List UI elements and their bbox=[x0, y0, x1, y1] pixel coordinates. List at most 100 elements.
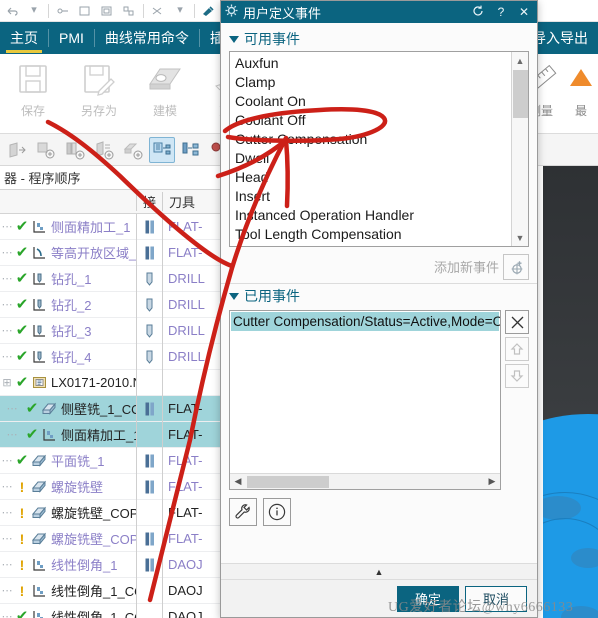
modeling-button[interactable]: 建模 bbox=[132, 54, 198, 130]
available-event-item[interactable]: Coolant On bbox=[235, 92, 511, 111]
status-ok-icon[interactable]: ✔ bbox=[14, 375, 30, 390]
used-events-section-header[interactable]: 已用事件 bbox=[229, 284, 529, 308]
save-as-icon bbox=[77, 58, 121, 100]
table-row[interactable]: ⋯! 线性倒角_1 DAOJ bbox=[0, 551, 224, 578]
used-event-item[interactable]: Cutter Compensation/Status=Active,Mode=O… bbox=[231, 312, 500, 331]
status-warning-icon[interactable]: ! bbox=[14, 480, 30, 494]
status-ok-icon[interactable]: ✔ bbox=[14, 453, 30, 468]
status-ok-icon[interactable]: ✔ bbox=[14, 219, 30, 234]
create-method-icon[interactable] bbox=[91, 137, 117, 163]
available-event-item[interactable]: Insert bbox=[235, 187, 511, 206]
available-event-item[interactable]: Dwell bbox=[235, 149, 511, 168]
dialog-collapse-handle[interactable]: ▲ bbox=[221, 563, 537, 579]
available-event-item[interactable]: Head bbox=[235, 168, 511, 187]
help-icon[interactable]: ? bbox=[492, 5, 510, 19]
used-events-listbox[interactable]: Cutter Compensation/Status=Active,Mode=O… bbox=[229, 310, 501, 490]
available-event-item[interactable]: Cutter Compensation bbox=[235, 130, 511, 149]
column-header-tool[interactable]: 刀具 bbox=[162, 192, 224, 211]
info-icon[interactable] bbox=[263, 498, 291, 526]
status-ok-icon[interactable]: ✔ bbox=[14, 297, 30, 312]
tool-name-cell: FLAT- bbox=[162, 395, 224, 422]
status-ok-icon[interactable]: ✔ bbox=[24, 427, 40, 442]
table-row[interactable]: ⋯! 螺旋铣壁_COPY FLAT- bbox=[0, 499, 224, 526]
table-row[interactable]: ⋯! 线性倒角_1_COPY_1 DAOJ bbox=[0, 577, 224, 604]
status-ok-icon[interactable]: ✔ bbox=[24, 401, 40, 416]
delete-x-icon[interactable] bbox=[505, 310, 529, 334]
add-event-icon[interactable] bbox=[503, 253, 529, 280]
close-icon[interactable]: ✕ bbox=[515, 5, 533, 19]
create-tool-icon[interactable] bbox=[62, 137, 88, 163]
ribbon-tab-curve[interactable]: 曲线常用命令 bbox=[95, 22, 199, 54]
tool-name-cell: DRILL bbox=[162, 265, 224, 292]
scrollbar-thumb[interactable] bbox=[513, 70, 528, 118]
program-order-view-icon[interactable] bbox=[149, 136, 175, 163]
used-events-hscrollbar[interactable]: ◀ ▶ bbox=[230, 473, 500, 489]
create-operation-icon[interactable] bbox=[120, 137, 146, 163]
status-warning-icon[interactable]: ! bbox=[14, 506, 30, 520]
ribbon-tab-home[interactable]: 主页 bbox=[0, 22, 48, 54]
scroll-down-icon[interactable]: ▼ bbox=[512, 229, 529, 246]
table-row[interactable]: ⋯ ✔ 平面铣_1 FLAT- bbox=[0, 447, 224, 474]
table-row[interactable]: ⋯ ✔ 钻孔_1 DRILL bbox=[0, 265, 224, 292]
scroll-up-icon[interactable]: ▲ bbox=[512, 52, 529, 69]
tool-name-cell: FLAT- bbox=[162, 473, 224, 500]
hscrollbar-thumb[interactable] bbox=[247, 476, 329, 488]
status-warning-icon[interactable]: ! bbox=[14, 532, 30, 546]
status-ok-icon[interactable]: ✔ bbox=[14, 323, 30, 338]
status-warning-icon[interactable]: ! bbox=[14, 584, 30, 598]
arrow-down-icon[interactable] bbox=[505, 364, 529, 388]
pocket-icon[interactable] bbox=[97, 2, 117, 20]
undo-icon[interactable] bbox=[2, 2, 22, 20]
available-events-listbox[interactable]: Auxfun Clamp Coolant On Coolant Off Cutter C… bbox=[229, 51, 529, 247]
table-row[interactable]: ⋯ ✔ 等高开放区域_1 FLAT- bbox=[0, 239, 224, 266]
reset-icon[interactable] bbox=[469, 5, 487, 20]
available-events-section-header[interactable]: 可用事件 bbox=[229, 27, 529, 51]
operation-name: 侧壁铣_1_COPY bbox=[61, 402, 136, 417]
scroll-right-icon[interactable]: ▶ bbox=[484, 476, 500, 487]
chevron-down-icon[interactable]: ▾ bbox=[170, 2, 190, 20]
status-ok-icon[interactable]: ✔ bbox=[14, 609, 30, 618]
analysis-button[interactable]: 最 bbox=[564, 54, 598, 130]
available-event-item[interactable]: Auxfun bbox=[235, 54, 511, 73]
table-row[interactable]: ⋯ ✔ 侧面精加工_1 FLAT- bbox=[0, 213, 224, 240]
wrench-icon[interactable] bbox=[229, 498, 257, 526]
status-warning-icon[interactable]: ! bbox=[14, 558, 30, 572]
table-row[interactable]: ⋯ ✔ 侧面精加工_1_C... FLAT- bbox=[0, 421, 224, 448]
pad-icon[interactable] bbox=[75, 2, 95, 20]
available-event-item[interactable]: Tool Length Compensation bbox=[235, 225, 511, 244]
chevron-down-icon[interactable]: ▾ bbox=[24, 2, 44, 20]
scroll-left-icon[interactable]: ◀ bbox=[230, 476, 246, 487]
arrow-up-icon[interactable] bbox=[505, 337, 529, 361]
ribbon-tab-pmi[interactable]: PMI bbox=[49, 22, 94, 54]
machine-tool-view-icon[interactable] bbox=[178, 137, 204, 163]
available-events-scrollbar[interactable]: ▲ ▼ bbox=[511, 52, 528, 246]
table-row[interactable]: ⋯✔ 线性倒角_1_COPY DAOJ bbox=[0, 603, 224, 618]
available-event-item[interactable]: Coolant Off bbox=[235, 111, 511, 130]
status-ok-icon[interactable]: ✔ bbox=[14, 349, 30, 364]
table-row[interactable]: ⋯ ✔ 钻孔_2 DRILL bbox=[0, 291, 224, 318]
status-ok-icon[interactable]: ✔ bbox=[14, 245, 30, 260]
trim-icon[interactable] bbox=[148, 2, 168, 20]
save-as-button[interactable]: 另存为 bbox=[66, 54, 132, 130]
sketch-icon[interactable] bbox=[53, 2, 73, 20]
column-header-接[interactable]: 接 bbox=[136, 192, 162, 211]
pattern-icon[interactable] bbox=[119, 2, 139, 20]
available-event-item[interactable]: Instanced Operation Handler bbox=[235, 206, 511, 225]
available-event-item[interactable]: Clamp bbox=[235, 73, 511, 92]
navigator-title: 器 - 程序顺序 bbox=[0, 166, 224, 190]
table-row[interactable]: ⋯! 螺旋铣壁_COPY_1 FLAT- bbox=[0, 525, 224, 552]
table-row[interactable]: ⋯ ✔ 钻孔_3 DRILL bbox=[0, 317, 224, 344]
paint-icon[interactable] bbox=[199, 2, 219, 20]
status-ok-icon[interactable]: ✔ bbox=[14, 271, 30, 286]
available-event-item[interactable]: Lock Axis bbox=[235, 244, 511, 246]
create-program-icon[interactable] bbox=[4, 137, 30, 163]
save-button[interactable]: 保存 bbox=[0, 54, 66, 130]
table-row[interactable]: ⋯ ✔ 侧壁铣_1_COPY FLAT- bbox=[0, 395, 224, 422]
dialog-title-bar[interactable]: 用户定义事件 ? ✕ bbox=[221, 1, 537, 23]
operation-name: 线性倒角_1 bbox=[51, 558, 118, 573]
create-geometry-icon[interactable] bbox=[33, 137, 59, 163]
table-row[interactable]: ⋯ ✔ 钻孔_4 DRILL bbox=[0, 343, 224, 370]
table-row[interactable]: ⊞✔ LX0171-2010.NC bbox=[0, 369, 224, 396]
graphics-viewport[interactable] bbox=[543, 166, 598, 618]
table-row[interactable]: ⋯! 螺旋铣壁 FLAT- bbox=[0, 473, 224, 500]
